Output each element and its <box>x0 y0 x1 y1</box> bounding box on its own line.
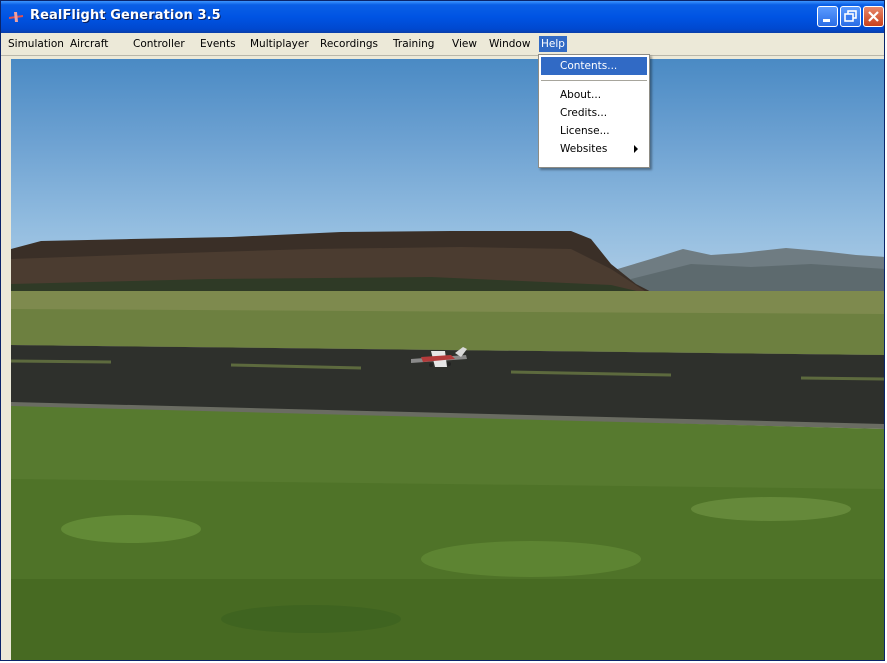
menu-controller[interactable]: Controller <box>131 36 187 52</box>
menu-aircraft[interactable]: Aircraft <box>68 36 110 52</box>
menu-window[interactable]: Window <box>487 36 532 52</box>
menu-simulation[interactable]: Simulation <box>6 36 66 52</box>
menu-item-license[interactable]: License... <box>541 122 647 140</box>
menu-help[interactable]: Help <box>539 36 567 52</box>
menu-view[interactable]: View <box>450 36 479 52</box>
menu-recordings[interactable]: Recordings <box>318 36 380 52</box>
menu-bar: Simulation Aircraft Controller Events Mu… <box>1 33 884 56</box>
maximize-icon <box>844 10 857 22</box>
menu-multiplayer[interactable]: Multiplayer <box>248 36 311 52</box>
menu-training[interactable]: Training <box>391 36 436 52</box>
title-bar[interactable]: RealFlight Generation 3.5 <box>1 1 884 33</box>
landscape-scene <box>11 231 884 660</box>
menu-separator <box>541 80 647 81</box>
menu-item-about[interactable]: About... <box>541 86 647 104</box>
simulation-viewport[interactable] <box>11 59 884 660</box>
menu-item-contents[interactable]: Contents... <box>541 57 647 75</box>
window-title: RealFlight Generation 3.5 <box>30 8 221 23</box>
menu-item-websites-label: Websites <box>560 143 608 155</box>
minimize-button[interactable] <box>817 6 838 27</box>
menu-item-credits[interactable]: Credits... <box>541 104 647 122</box>
minimize-icon <box>823 19 830 22</box>
maximize-button[interactable] <box>840 6 861 27</box>
menu-item-websites[interactable]: Websites <box>541 140 647 158</box>
app-icon <box>9 12 23 22</box>
menu-events[interactable]: Events <box>198 36 238 52</box>
close-button[interactable] <box>863 6 884 27</box>
app-window: RealFlight Generation 3.5 Simulation Air… <box>0 0 885 661</box>
help-menu-dropdown: Contents... About... Credits... License.… <box>538 54 650 168</box>
submenu-arrow-icon <box>634 145 638 153</box>
close-icon <box>868 11 879 22</box>
